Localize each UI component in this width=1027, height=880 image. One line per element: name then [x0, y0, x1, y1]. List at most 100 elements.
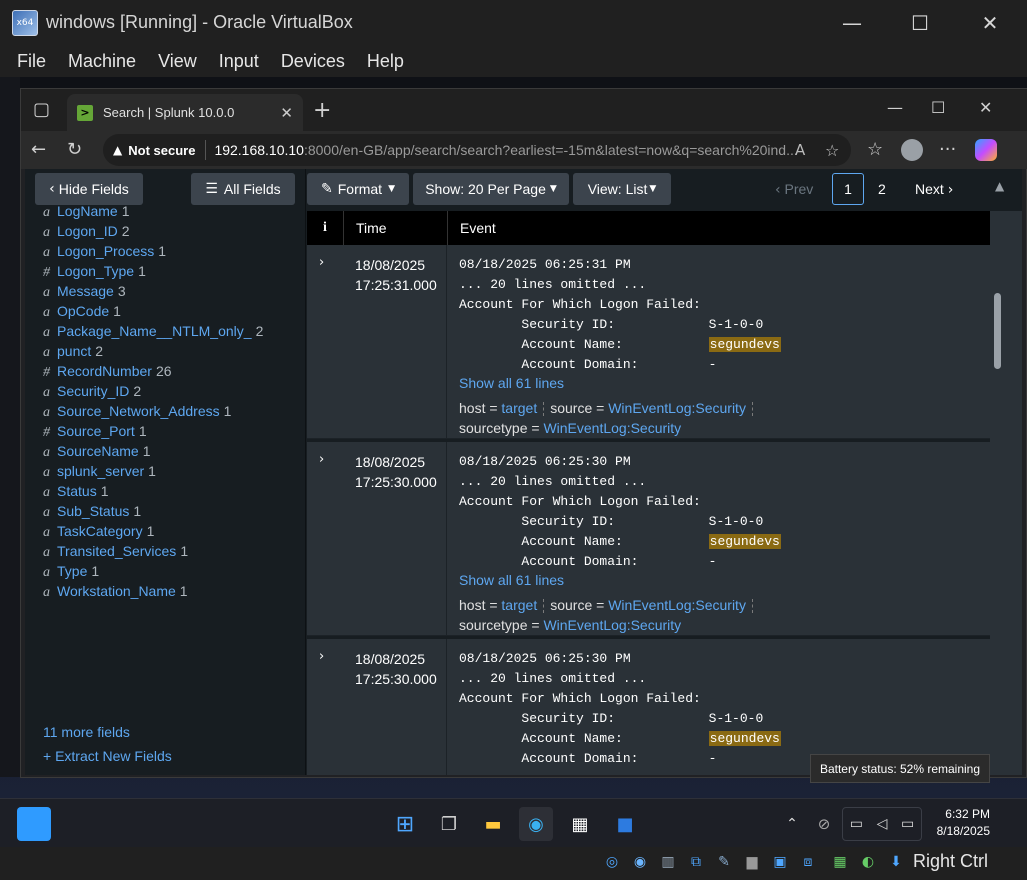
browser-maximize-icon[interactable]: ☐: [931, 98, 945, 117]
time-column-header[interactable]: Time: [344, 220, 447, 236]
field-item[interactable]: a punct 2: [43, 343, 103, 361]
highlighted-term[interactable]: segundevs: [708, 337, 781, 352]
menu-view[interactable]: View: [158, 51, 197, 72]
favorite-star-icon[interactable]: ☆: [825, 141, 839, 160]
host-value-link[interactable]: target: [501, 400, 537, 416]
field-item[interactable]: a Package_Name__NTLM_only_ 2: [43, 323, 263, 341]
show-all-lines-link[interactable]: Show all 61 lines: [459, 375, 564, 391]
not-secure-label[interactable]: Not secure: [128, 143, 195, 158]
minimize-button[interactable]: —: [816, 0, 888, 45]
display-icon[interactable]: ▣: [769, 851, 791, 873]
browser-close-icon[interactable]: ✕: [979, 98, 992, 117]
field-item[interactable]: a Status 1: [43, 483, 109, 501]
field-item[interactable]: a Message 3: [43, 283, 126, 301]
format-button[interactable]: ✎ Format ▼: [307, 173, 409, 205]
page-2-button[interactable]: 2: [878, 181, 886, 197]
host-key-icon[interactable]: ⬇: [885, 851, 907, 873]
per-page-button[interactable]: Show: 20 Per Page ▼: [413, 173, 569, 205]
menu-help[interactable]: Help: [367, 51, 404, 72]
field-item[interactable]: a Security_ID 2: [43, 383, 141, 401]
sourcetype-value-link[interactable]: WinEventLog:Security: [543, 617, 681, 633]
outlook-icon[interactable]: ■: [608, 807, 642, 841]
menu-machine[interactable]: Machine: [68, 51, 136, 72]
hide-fields-button[interactable]: ‹ Hide Fields: [35, 173, 143, 205]
source-value-link[interactable]: WinEventLog:Security: [608, 597, 746, 613]
read-aloud-icon[interactable]: A: [795, 141, 805, 159]
expand-chevron-icon[interactable]: ›: [319, 452, 324, 467]
field-item[interactable]: # Logon_Type 1: [43, 263, 146, 281]
shared-folders-icon[interactable]: ▆: [741, 851, 763, 873]
new-tab-icon[interactable]: +: [313, 98, 331, 123]
field-item[interactable]: a Workstation_Name 1: [43, 583, 188, 601]
back-icon[interactable]: ←: [31, 139, 46, 160]
recording-icon[interactable]: ⧈: [797, 851, 819, 873]
tab-splunk-search[interactable]: > Search | Splunk 10.0.0 ✕: [67, 94, 303, 131]
network-off-icon[interactable]: ⊘: [807, 807, 841, 841]
sourcetype-value-link[interactable]: WinEventLog:Security: [543, 420, 681, 436]
widgets-icon[interactable]: [17, 807, 51, 841]
more-options-icon[interactable]: ···: [939, 139, 956, 160]
tab-actions-icon[interactable]: ▢: [33, 99, 50, 120]
more-fields-link[interactable]: 11 more fields: [43, 724, 130, 740]
field-item[interactable]: a Transited_Services 1: [43, 543, 188, 561]
menu-input[interactable]: Input: [219, 51, 259, 72]
field-item[interactable]: a splunk_server 1: [43, 463, 156, 481]
field-item[interactable]: a OpCode 1: [43, 303, 121, 321]
menu-devices[interactable]: Devices: [281, 51, 345, 72]
field-item[interactable]: a Logon_Process 1: [43, 243, 166, 261]
refresh-icon[interactable]: ↻: [67, 139, 82, 160]
taskbar-clock[interactable]: 6:32 PM 8/18/2025: [910, 806, 990, 840]
extract-new-fields-link[interactable]: + Extract New Fields: [43, 748, 172, 764]
expand-chevron-icon[interactable]: ›: [319, 649, 324, 664]
task-view-icon[interactable]: ❐: [432, 807, 466, 841]
address-bar[interactable]: ▲ Not secure 192.168.10.10:8000/en-GB/ap…: [103, 134, 851, 166]
page-1-button[interactable]: 1: [832, 173, 864, 205]
mouse-integration-icon[interactable]: ◐: [857, 851, 879, 873]
field-item[interactable]: # Source_Port 1: [43, 423, 147, 441]
field-item[interactable]: a Logon_ID 2: [43, 223, 130, 241]
tab-close-icon[interactable]: ✕: [280, 104, 293, 122]
info-column-header[interactable]: i: [307, 220, 343, 236]
audio-icon[interactable]: ▥: [657, 851, 679, 873]
scrollbar-thumb[interactable]: [994, 293, 1001, 369]
prev-page-button[interactable]: ‹ Prev: [775, 181, 813, 198]
host-value-link[interactable]: target: [501, 597, 537, 613]
maximize-button[interactable]: ☐: [884, 0, 956, 45]
events-scrollbar[interactable]: [991, 245, 1004, 775]
hard-disk-icon[interactable]: ◎: [601, 851, 623, 873]
network-icon[interactable]: ⧉: [685, 851, 707, 873]
highlighted-term[interactable]: segundevs: [708, 534, 781, 549]
menu-file[interactable]: File: [17, 51, 46, 72]
event-column-header[interactable]: Event: [448, 220, 496, 236]
store-icon[interactable]: ▦: [563, 807, 597, 841]
collapse-icon[interactable]: ▲: [995, 179, 1004, 193]
close-button[interactable]: ✕: [954, 0, 1026, 45]
field-item[interactable]: a Sub_Status 1: [43, 503, 141, 521]
all-fields-button[interactable]: ☰ All Fields: [191, 173, 295, 205]
favorites-icon[interactable]: ☆: [867, 139, 883, 160]
next-page-button[interactable]: Next ›: [915, 181, 953, 198]
cpu-icon[interactable]: ▦: [829, 851, 851, 873]
optical-drive-icon[interactable]: ◉: [629, 851, 651, 873]
tray-overflow-icon[interactable]: ⌃: [775, 807, 809, 841]
field-item[interactable]: # RecordNumber 26: [43, 363, 172, 381]
field-item[interactable]: a Type 1: [43, 563, 99, 581]
field-item[interactable]: a Source_Network_Address 1: [43, 403, 231, 421]
field-item[interactable]: a SourceName 1: [43, 443, 151, 461]
highlighted-term[interactable]: segundevs: [708, 731, 781, 746]
field-item[interactable]: a LogName 1: [43, 203, 130, 221]
start-button-icon[interactable]: ⊞: [388, 807, 422, 841]
show-all-lines-link[interactable]: Show all 61 lines: [459, 572, 564, 588]
browser-minimize-icon[interactable]: —: [887, 98, 903, 117]
expand-chevron-icon[interactable]: ›: [319, 255, 324, 270]
file-explorer-icon[interactable]: ▬: [476, 807, 510, 841]
edge-taskbar-icon[interactable]: ◉: [519, 807, 553, 841]
source-value-link[interactable]: WinEventLog:Security: [608, 400, 746, 416]
usb-icon[interactable]: ✎: [713, 851, 735, 873]
field-item[interactable]: a TaskCategory 1: [43, 523, 154, 541]
copilot-icon[interactable]: [975, 139, 997, 161]
profile-avatar-icon[interactable]: [901, 139, 923, 161]
field-count: 1: [158, 243, 167, 259]
view-button[interactable]: View: List ▼: [573, 173, 671, 205]
warning-icon[interactable]: ▲: [113, 143, 122, 157]
